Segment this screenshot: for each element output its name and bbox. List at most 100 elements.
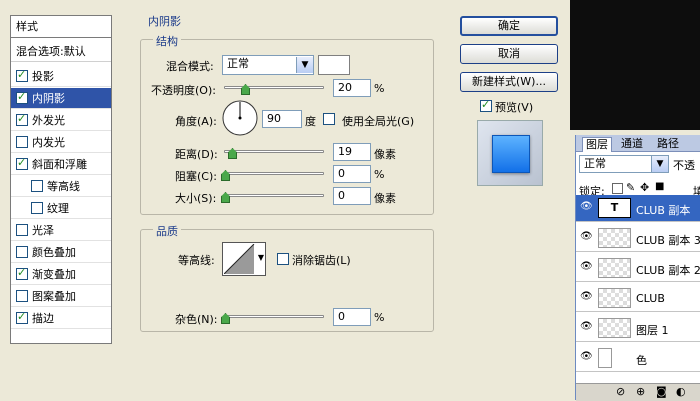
layer-row[interactable]: 👁 CLUB 副本 2 bbox=[576, 255, 700, 282]
new-style-button[interactable]: 新建样式(W)... bbox=[460, 72, 558, 92]
opacity-input[interactable]: 20 bbox=[333, 79, 371, 97]
lock-position-icon[interactable]: ✥ bbox=[640, 181, 649, 194]
eye-icon[interactable]: 👁 bbox=[580, 232, 593, 242]
lock-all-icon[interactable]: ■ bbox=[655, 181, 664, 192]
choke-slider[interactable] bbox=[224, 172, 324, 175]
style-checkbox[interactable] bbox=[16, 136, 28, 148]
style-checkbox[interactable] bbox=[31, 202, 43, 214]
style-item[interactable]: 斜面和浮雕 bbox=[11, 154, 111, 175]
link-layers-icon[interactable]: ⊘ bbox=[616, 385, 625, 398]
style-item-label: 外发光 bbox=[32, 114, 65, 127]
style-item[interactable]: 内阴影 bbox=[11, 88, 111, 109]
global-light-checkbox[interactable] bbox=[323, 113, 335, 125]
preview-swatch bbox=[492, 135, 530, 173]
blend-mode-select[interactable]: 正常 ▼ bbox=[222, 55, 314, 75]
distance-input[interactable]: 19 bbox=[333, 143, 371, 161]
layer-row[interactable]: 👁 T CLUB 副本 bbox=[576, 195, 700, 222]
layer-row[interactable]: 👁 CLUB bbox=[576, 285, 700, 312]
style-item[interactable]: 内发光 bbox=[11, 132, 111, 153]
noise-input[interactable]: 0 bbox=[333, 308, 371, 326]
style-item[interactable]: 渐变叠加 bbox=[11, 264, 111, 285]
style-checkbox[interactable] bbox=[31, 180, 43, 192]
size-input[interactable]: 0 bbox=[333, 187, 371, 205]
preview-checkbox[interactable] bbox=[480, 98, 492, 112]
style-checkbox[interactable] bbox=[16, 266, 28, 280]
add-mask-icon[interactable]: ◙ bbox=[656, 385, 667, 398]
style-checkbox[interactable] bbox=[16, 112, 28, 126]
antialias-checkbox[interactable] bbox=[277, 253, 289, 265]
style-checkbox[interactable] bbox=[16, 224, 28, 236]
style-item[interactable]: 颜色叠加 bbox=[11, 242, 111, 263]
style-item[interactable]: 投影 bbox=[11, 66, 111, 87]
layer-row[interactable]: 👁 图层 1 bbox=[576, 315, 700, 342]
size-label: 大小(S): bbox=[175, 192, 217, 205]
add-style-icon[interactable]: ⊕ bbox=[636, 385, 645, 398]
lock-transparency-icon[interactable] bbox=[612, 183, 623, 194]
eye-icon[interactable]: 👁 bbox=[580, 322, 593, 332]
opacity-unit: % bbox=[374, 82, 385, 95]
style-checkbox[interactable] bbox=[16, 90, 28, 104]
style-item[interactable]: 等高线 bbox=[11, 176, 111, 197]
style-item[interactable]: 图案叠加 bbox=[11, 286, 111, 307]
noise-slider[interactable] bbox=[224, 315, 324, 318]
style-checkbox[interactable] bbox=[16, 68, 28, 82]
lock-pixels-icon[interactable]: ✎ bbox=[626, 181, 635, 194]
tab-paths[interactable]: 路径 bbox=[654, 137, 682, 151]
layer-name: CLUB 副本 3 bbox=[636, 234, 700, 247]
style-item-label: 光泽 bbox=[32, 224, 54, 237]
contour-dropdown-icon: ▼ bbox=[257, 253, 264, 262]
style-checkbox[interactable] bbox=[16, 290, 28, 302]
styles-header[interactable]: 样式 bbox=[11, 16, 111, 38]
style-item-label: 颜色叠加 bbox=[32, 246, 76, 259]
layer-thumbnail bbox=[598, 228, 631, 248]
tab-channels[interactable]: 通道 bbox=[618, 137, 646, 151]
text-layer-icon: T bbox=[598, 198, 631, 218]
eye-icon[interactable]: 👁 bbox=[580, 262, 593, 272]
style-item[interactable]: 描边 bbox=[11, 308, 111, 329]
style-checkbox[interactable] bbox=[16, 156, 28, 170]
style-item-label: 纹理 bbox=[47, 202, 69, 215]
choke-input[interactable]: 0 bbox=[333, 165, 371, 183]
canvas-background bbox=[570, 0, 700, 130]
distance-unit: 像素 bbox=[374, 148, 396, 161]
eye-icon[interactable]: 👁 bbox=[580, 292, 593, 302]
style-checkbox[interactable] bbox=[16, 246, 28, 258]
quality-title: 品质 bbox=[153, 223, 181, 239]
adjustment-icon[interactable]: ◐ bbox=[676, 385, 686, 398]
opacity-slider[interactable] bbox=[224, 86, 324, 89]
eye-icon[interactable]: 👁 bbox=[580, 352, 593, 362]
layer-blend-select[interactable]: 正常 ▼ bbox=[579, 155, 669, 173]
style-item[interactable]: 光泽 bbox=[11, 220, 111, 241]
angle-label: 角度(A): bbox=[175, 115, 217, 128]
angle-input[interactable]: 90 bbox=[262, 110, 302, 128]
size-slider[interactable] bbox=[224, 194, 324, 197]
contour-preview-icon bbox=[224, 244, 255, 274]
angle-dial-icon[interactable] bbox=[221, 99, 259, 137]
style-item-label: 内发光 bbox=[32, 136, 65, 149]
ok-button[interactable]: 确定 bbox=[460, 16, 558, 36]
opacity-label: 不透明度(O): bbox=[151, 84, 216, 97]
style-item[interactable]: 纹理 bbox=[11, 198, 111, 219]
tab-layers[interactable]: 图层 bbox=[582, 137, 612, 152]
blend-mode-label: 混合模式: bbox=[166, 60, 214, 73]
eye-icon[interactable]: 👁 bbox=[580, 202, 593, 212]
style-item[interactable]: 外发光 bbox=[11, 110, 111, 131]
shadow-color-swatch[interactable] bbox=[318, 55, 350, 75]
blend-options-item[interactable]: 混合选项:默认 bbox=[11, 42, 111, 62]
style-item-label: 内阴影 bbox=[32, 92, 65, 105]
distance-slider[interactable] bbox=[224, 150, 324, 153]
contour-label: 等高线: bbox=[178, 254, 215, 267]
style-item-label: 图案叠加 bbox=[32, 290, 76, 303]
choke-label: 阻塞(C): bbox=[175, 170, 217, 183]
layer-name: 色 bbox=[636, 354, 647, 367]
contour-picker[interactable]: ▼ bbox=[222, 242, 266, 276]
style-checkbox[interactable] bbox=[16, 310, 28, 324]
layer-row[interactable]: 👁 CLUB 副本 3 bbox=[576, 225, 700, 252]
style-item-label: 投影 bbox=[32, 70, 54, 83]
angle-unit: 度 bbox=[305, 115, 316, 128]
antialias-label: 消除锯齿(L) bbox=[292, 254, 351, 267]
layers-panel-tabs: 图层 通道 路径 bbox=[576, 135, 700, 152]
layer-row[interactable]: 👁 色 bbox=[576, 345, 700, 372]
style-item-label: 等高线 bbox=[47, 180, 80, 193]
cancel-button[interactable]: 取消 bbox=[460, 44, 558, 64]
